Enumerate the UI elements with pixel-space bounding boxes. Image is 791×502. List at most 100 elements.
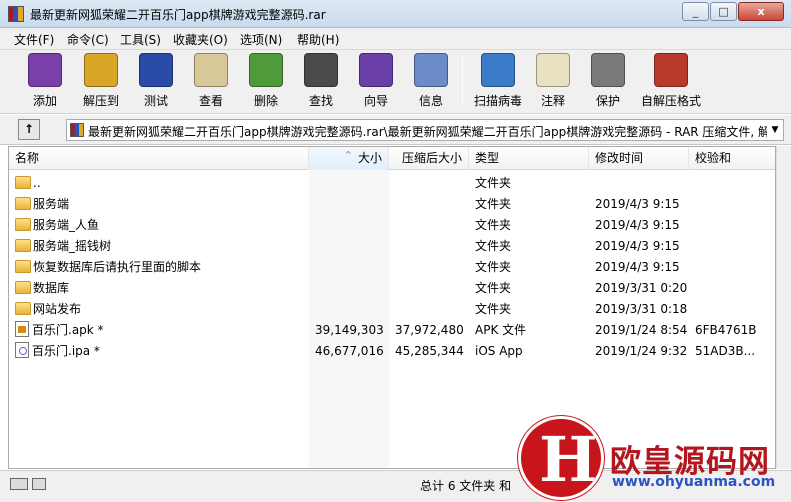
table-row[interactable]: 服务端 文件夹 2019/4/3 9:15 [9, 194, 775, 215]
chevron-down-icon[interactable]: ▼ [767, 120, 783, 140]
toolbar-separator [462, 56, 463, 106]
minimize-button[interactable]: _ [682, 2, 709, 21]
table-row[interactable]: 百乐门.apk * 39,149,303 37,972,480 APK 文件 2… [9, 320, 775, 341]
ipa-file-icon [15, 342, 29, 358]
winrar-app-icon [8, 6, 24, 22]
path-field[interactable]: 最新更新网狐荣耀二开百乐门app棋牌游戏完整源码.rar\最新更新网狐荣耀二开百… [66, 119, 784, 141]
folder-icon [15, 302, 31, 315]
protect-icon [591, 53, 625, 87]
file-name: 网站发布 [33, 302, 82, 316]
table-row[interactable]: 百乐门.ipa * 46,677,016 45,285,344 iOS App … [9, 341, 775, 362]
test-icon [139, 53, 173, 87]
drive-icon[interactable] [10, 478, 28, 490]
column-header-packed[interactable]: 压缩后大小 [389, 147, 469, 170]
file-crc [689, 236, 775, 257]
up-folder-button[interactable]: ↑ [18, 119, 40, 140]
maximize-button[interactable]: □ [710, 2, 737, 21]
file-name: .. [33, 176, 41, 190]
sfx-icon [654, 53, 688, 87]
file-crc [689, 215, 775, 236]
table-row[interactable]: 数据库 文件夹 2019/3/31 0:20 [9, 278, 775, 299]
menu-file[interactable]: 文件(F) [14, 31, 54, 48]
menu-command[interactable]: 命令(C) [67, 31, 109, 48]
menu-options[interactable]: 选项(N) [240, 31, 282, 48]
file-name: 百乐门.ipa * [32, 344, 100, 358]
file-packed-size [389, 236, 469, 257]
add-button[interactable]: 添加 [20, 53, 70, 111]
file-modified: 2019/4/3 9:15 [595, 197, 680, 211]
file-crc: 51AD3B... [695, 344, 756, 358]
vertical-scrollbar[interactable] [776, 146, 791, 469]
file-packed-size [389, 278, 469, 299]
protect-button[interactable]: 保护 [583, 53, 633, 111]
test-label: 测试 [143, 94, 168, 108]
table-row[interactable]: 服务端_摇钱树 文件夹 2019/4/3 9:15 [9, 236, 775, 257]
folder-icon [15, 239, 31, 252]
table-row[interactable]: 网站发布 文件夹 2019/3/31 0:18 [9, 299, 775, 320]
virus-scan-button[interactable]: 扫描病毒 [470, 53, 526, 111]
file-name-cell: 数据库 [9, 278, 309, 299]
column-header-size-label: 大小 [357, 151, 382, 165]
watermark-logo: H [518, 416, 604, 500]
menu-tools[interactable]: 工具(S) [120, 31, 161, 48]
path-bar: ↑ 最新更新网狐荣耀二开百乐门app棋牌游戏完整源码.rar\最新更新网狐荣耀二… [0, 115, 791, 145]
extract-to-label: 解压到 [82, 94, 119, 108]
wizard-button[interactable]: 向导 [351, 53, 401, 111]
column-header-name[interactable]: 名称 [9, 147, 309, 170]
test-button[interactable]: 测试 [131, 53, 181, 111]
menu-help[interactable]: 帮助(H) [297, 31, 339, 48]
view-button[interactable]: 查看 [186, 53, 236, 111]
comment-button[interactable]: 注释 [528, 53, 578, 111]
column-header-crc[interactable]: 校验和 [689, 147, 775, 170]
file-name-cell: 服务端_摇钱树 [9, 236, 309, 257]
file-modified: 2019/3/31 0:20 [595, 281, 688, 295]
file-packed-size [389, 194, 469, 215]
comment-icon [536, 53, 570, 87]
file-size [309, 194, 389, 215]
file-type: 文件夹 [475, 197, 512, 211]
close-button[interactable]: x [738, 2, 784, 21]
key-icon[interactable] [32, 478, 46, 490]
file-crc [689, 299, 775, 320]
info-button[interactable]: 信息 [406, 53, 456, 111]
file-type: 文件夹 [475, 239, 512, 253]
extract-to-button[interactable]: 解压到 [76, 53, 126, 111]
table-row[interactable]: 服务端_人鱼 文件夹 2019/4/3 9:15 [9, 215, 775, 236]
virus-scan-icon [481, 53, 515, 87]
file-modified: 2019/4/3 9:15 [595, 260, 680, 274]
file-crc [689, 257, 775, 278]
sfx-button[interactable]: 自解压格式 [638, 53, 704, 111]
column-header-type[interactable]: 类型 [469, 147, 589, 170]
wizard-icon [359, 53, 393, 87]
file-type: 文件夹 [475, 302, 512, 316]
file-modified: 2019/4/3 9:15 [595, 218, 680, 232]
delete-label: 删除 [253, 94, 278, 108]
extract-to-icon [84, 53, 118, 87]
find-icon [304, 53, 338, 87]
title-bar: 最新更新网狐荣耀二开百乐门app棋牌游戏完整源码.rar _ □ x [0, 0, 791, 28]
file-type: 文件夹 [475, 176, 512, 190]
status-text: 总计 6 文件夹 和 [420, 479, 512, 493]
watermark-url: www.ohyuanma.com [612, 474, 776, 490]
sfx-label: 自解压格式 [640, 94, 701, 108]
file-modified: 2019/1/24 9:32 [595, 344, 688, 358]
file-type: 文件夹 [475, 260, 512, 274]
delete-button[interactable]: 删除 [241, 53, 291, 111]
find-button[interactable]: 查找 [296, 53, 346, 111]
column-header-size[interactable]: ^ 大小 [309, 147, 389, 170]
file-name: 服务端_人鱼 [33, 218, 100, 232]
file-packed-size: 37,972,480 [395, 323, 464, 337]
file-type: 文件夹 [475, 218, 512, 232]
toolbar: 添加 解压到 测试 查看 删除 查找 向导 信息 扫描病毒 注释 保护 自解压格… [0, 50, 791, 114]
file-size [309, 173, 389, 194]
file-size: 46,677,016 [315, 344, 384, 358]
file-type: iOS App [475, 344, 523, 358]
menu-favorites[interactable]: 收藏夹(O) [173, 31, 228, 48]
column-header-modified[interactable]: 修改时间 [589, 147, 689, 170]
sort-ascending-icon: ^ [345, 150, 352, 159]
file-name-cell: 服务端_人鱼 [9, 215, 309, 236]
file-name-cell: 百乐门.ipa * [9, 341, 309, 362]
table-row[interactable]: .. 文件夹 [9, 173, 775, 194]
file-size: 39,149,303 [315, 323, 384, 337]
table-row[interactable]: 恢复数据库后请执行里面的脚本 文件夹 2019/4/3 9:15 [9, 257, 775, 278]
